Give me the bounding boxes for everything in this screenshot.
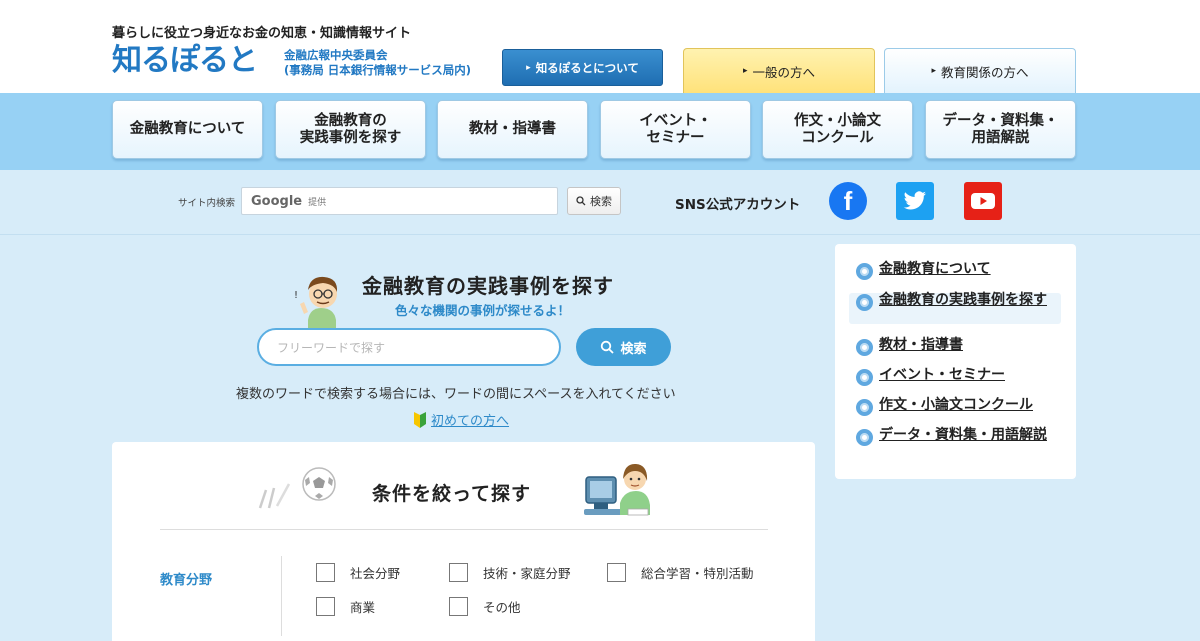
checkbox-box[interactable] [316, 597, 335, 616]
nav-financial-education[interactable]: 金融教育について [112, 100, 263, 159]
circle-bullet-icon [856, 294, 873, 311]
filter-divider [160, 529, 768, 530]
google-brand: Google [251, 193, 303, 209]
nav-materials[interactable]: 教材・指導書 [437, 100, 588, 159]
tab-educators[interactable]: 教育関係の方へ [884, 48, 1076, 93]
site-logo[interactable]: 知 るぽると [112, 43, 258, 78]
page-title: 金融教育の実践事例を探す [362, 274, 614, 298]
nav-essay-contest[interactable]: 作文・小論文 コンクール [762, 100, 913, 159]
first-time-link-label: 初めての方へ [431, 414, 510, 429]
main-search-button-label: 検索 [620, 341, 647, 357]
teacher-illustration: ! [294, 276, 338, 330]
sidebar-item-label: 教材・指導書 [879, 337, 963, 353]
field-divider [281, 556, 282, 636]
checkbox-technology-home[interactable]: 技術・家庭分野 [449, 563, 571, 582]
facebook-icon[interactable]: f [829, 182, 867, 220]
filter-title: 条件を絞って探す [372, 483, 532, 505]
nav-data-glossary[interactable]: データ・資料集・ 用語解説 [925, 100, 1076, 159]
sidebar-item-essay-contest[interactable]: 作文・小論文コンクール [856, 398, 1054, 416]
circle-bullet-icon [856, 369, 873, 386]
about-shiruporuto-button[interactable]: 知るぽるとについて [502, 49, 663, 86]
checkbox-social-studies[interactable]: 社会分野 [316, 563, 400, 582]
nav-practice-cases[interactable]: 金融教育の 実践事例を探す [275, 100, 426, 159]
checkbox-label: 社会分野 [350, 566, 401, 581]
pencils-illustration [258, 483, 291, 509]
checkbox-box[interactable] [449, 597, 468, 616]
main-search-button[interactable]: 検索 [576, 328, 671, 366]
sidebar-item-practice-cases[interactable]: 金融教育の実践事例を探す [856, 293, 1054, 311]
site-search-label: サイト内検索 [178, 198, 236, 209]
tab-general-public[interactable]: 一般の方へ [683, 48, 875, 93]
search-hint: 複数のワードで検索する場合には、ワードの間にスペースを入れてください [236, 387, 676, 402]
logo-text-1: 知 [112, 43, 142, 78]
sidebar-item-label: 作文・小論文コンクール [879, 397, 1033, 413]
sidebar-item-label: 金融教育について [879, 261, 991, 277]
org-line-1: 金融広報中央委員会 [284, 48, 388, 62]
twitter-icon[interactable] [896, 182, 934, 220]
sns-label: SNS公式アカウント [675, 197, 801, 213]
sidebar-item-label: イベント・セミナー [879, 367, 1005, 383]
first-time-link[interactable]: 初めての方へ [413, 410, 509, 429]
page-subtitle: 色々な機関の事例が探せるよ！ [395, 303, 571, 318]
checkbox-other[interactable]: その他 [449, 597, 521, 616]
sidebar-item-events[interactable]: イベント・セミナー [856, 368, 1054, 386]
circle-bullet-icon [856, 429, 873, 446]
sidebar-item-label: 金融教育の実践事例を探す [879, 292, 1047, 308]
logo-text-2: るぽると [141, 43, 258, 78]
google-provided: 提供 [308, 197, 327, 208]
checkbox-box[interactable] [316, 563, 335, 582]
checkbox-label: その他 [483, 600, 521, 615]
sidebar-item-financial-education[interactable]: 金融教育について [856, 262, 1054, 280]
beginner-mark-icon [414, 411, 426, 428]
checkbox-integrated-study[interactable]: 総合学習・特別活動 [607, 563, 754, 582]
site-search-input[interactable]: Google 提供 [241, 187, 558, 215]
checkbox-box[interactable] [607, 563, 626, 582]
sidebar-item-label: データ・資料集・用語解説 [879, 427, 1047, 443]
sidebar-item-data-glossary[interactable]: データ・資料集・用語解説 [856, 428, 1054, 446]
checkbox-commerce[interactable]: 商業 [316, 597, 375, 616]
nav-events[interactable]: イベント・ セミナー [600, 100, 751, 159]
search-icon [576, 196, 586, 206]
checkbox-label: 商業 [350, 600, 376, 615]
checkbox-label: 技術・家庭分野 [483, 566, 571, 581]
youtube-icon[interactable] [964, 182, 1002, 220]
ball-illustration [302, 467, 336, 501]
org-line-2: (事務局 日本銀行情報サービス局内) [284, 63, 472, 77]
education-field-label: 教育分野 [160, 573, 213, 588]
free-word-search-input[interactable]: フリーワードで探す [257, 328, 561, 366]
checkbox-label: 総合学習・特別活動 [641, 566, 754, 581]
site-tagline: 暮らしに役立つ身近なお金の知恵・知識情報サイト [112, 26, 412, 41]
circle-bullet-icon [856, 339, 873, 356]
site-search-button-label: 検索 [590, 195, 612, 208]
circle-bullet-icon [856, 399, 873, 416]
site-search-button[interactable]: 検索 [567, 187, 621, 215]
student-computer-illustration [584, 463, 650, 516]
search-icon [601, 340, 615, 354]
organization-name: 金融広報中央委員会 (事務局 日本銀行情報サービス局内) [284, 48, 471, 78]
circle-bullet-icon [856, 263, 873, 280]
sidebar-item-materials[interactable]: 教材・指導書 [856, 338, 1054, 356]
svg-text:!: ! [294, 290, 298, 301]
checkbox-box[interactable] [449, 563, 468, 582]
